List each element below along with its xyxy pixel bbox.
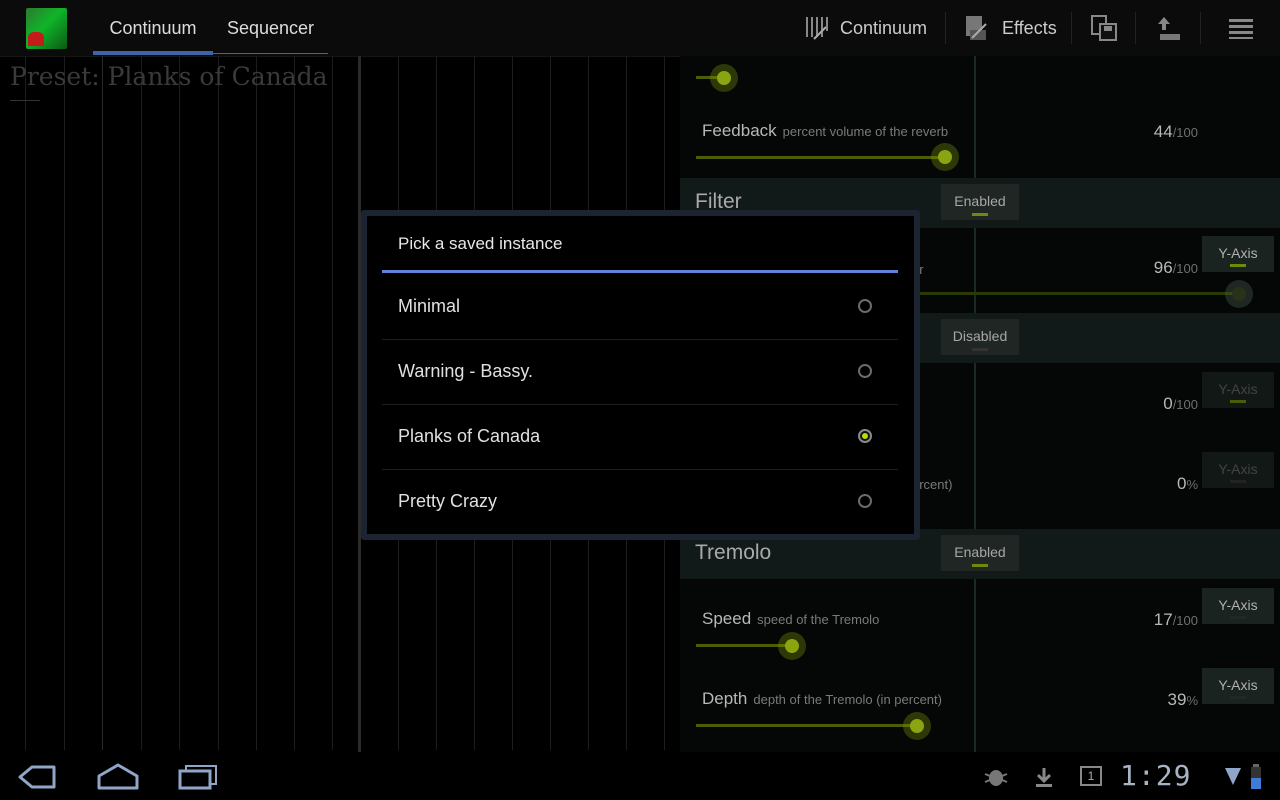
toggle-indicator — [972, 564, 988, 567]
calendar-icon: 1 — [1080, 766, 1102, 786]
effects-icon — [966, 16, 987, 40]
recent-apps-icon[interactable] — [178, 764, 218, 790]
preset-underline — [10, 100, 40, 101]
app-icon[interactable] — [26, 8, 67, 49]
tremolo-title: Tremolo — [695, 541, 772, 564]
depth-desc: depth of the Tremolo (in percent) — [753, 692, 942, 707]
speed-value: 17/100 — [1153, 610, 1198, 629]
key-line — [179, 56, 180, 750]
speed-yaxis-toggle[interactable]: Y-Axis — [1202, 588, 1274, 624]
feedback-desc: percent volume of the reverb — [782, 124, 949, 139]
radio-button[interactable] — [858, 494, 872, 508]
dialog-title: Pick a saved instance — [398, 234, 563, 253]
depth-yaxis-toggle[interactable]: Y-Axis — [1202, 668, 1274, 704]
home-icon[interactable] — [96, 762, 140, 790]
depth-slider-knob[interactable] — [909, 719, 924, 733]
filter-param-value: 96/100 — [1153, 258, 1198, 277]
toggle-indicator — [1230, 616, 1246, 619]
save-preset-button[interactable] — [1090, 0, 1130, 56]
toggle-indicator — [1230, 264, 1246, 267]
section2-yaxis-toggle-1[interactable]: Y-Axis — [1202, 372, 1274, 408]
option-label: Pretty Crazy — [398, 491, 498, 511]
separator — [945, 12, 946, 44]
depth-slider-track[interactable] — [696, 724, 917, 727]
upload-preset-icon — [1158, 17, 1180, 40]
toggle-indicator — [1230, 400, 1246, 403]
tab-underline — [93, 53, 328, 54]
option-label: Minimal — [398, 296, 461, 316]
radio-button[interactable] — [858, 364, 872, 378]
option-pretty-crazy[interactable]: Pretty Crazy — [382, 470, 898, 534]
filter-yaxis-toggle[interactable]: Y-Axis — [1202, 236, 1274, 272]
tremolo-toggle[interactable]: Enabled — [941, 535, 1019, 571]
menu-icon — [1229, 19, 1253, 39]
preset-title: Preset: Planks of Canada — [10, 62, 328, 91]
depth-value: 39% — [1167, 690, 1198, 709]
reverb-slider-knob[interactable] — [717, 71, 731, 85]
depth-label: Depth depth of the Tremolo (in percent) — [702, 689, 942, 708]
speed-slider-track[interactable] — [696, 644, 793, 647]
toggle-indicator — [1230, 480, 1246, 483]
feedback-slider-knob[interactable] — [938, 150, 953, 164]
dialog-title-divider — [382, 270, 898, 273]
option-minimal[interactable]: Minimal — [382, 275, 898, 340]
key-line — [256, 56, 257, 750]
tab-continuum[interactable]: Continuum — [93, 0, 213, 55]
wifi-icon — [1225, 768, 1241, 785]
section2-param2-value: 0% — [1176, 474, 1198, 493]
option-label: Planks of Canada — [398, 426, 541, 446]
separator — [1135, 12, 1136, 44]
feedback-label: Feedback percent volume of the reverb — [702, 121, 949, 140]
effects-button-label: Effects — [1002, 17, 1057, 38]
separator — [1200, 12, 1201, 44]
key-line — [102, 56, 103, 750]
section2-param1-value: 0/100 — [1163, 394, 1198, 413]
keyboard-icon — [806, 17, 828, 40]
debug-icon — [984, 770, 1008, 786]
battery-icon — [1251, 764, 1261, 789]
key-line — [218, 56, 219, 750]
key-line — [25, 56, 26, 750]
back-icon[interactable] — [16, 764, 58, 790]
overflow-menu-button[interactable] — [1228, 0, 1266, 56]
action-bar: Continuum Sequencer Continuum Effects — [0, 0, 1280, 57]
section2-toggle[interactable]: Disabled — [941, 319, 1019, 355]
system-bar: 1 1:29 — [0, 752, 1280, 800]
section2-yaxis-toggle-2[interactable]: Y-Axis — [1202, 452, 1274, 488]
feedback-slider-track[interactable] — [696, 156, 946, 159]
feedback-value: 44/100 — [1153, 122, 1198, 141]
download-icon — [1036, 768, 1052, 787]
option-warning-bassy[interactable]: Warning - Bassy. — [382, 340, 898, 405]
tab-sequencer[interactable]: Sequencer — [213, 0, 328, 53]
radio-button-selected[interactable] — [858, 429, 872, 443]
key-line — [294, 56, 295, 750]
key-line — [64, 56, 65, 750]
radio-button[interactable] — [858, 299, 872, 313]
toggle-indicator — [1230, 696, 1246, 699]
continuum-button-label: Continuum — [840, 17, 928, 38]
continuum-button[interactable]: Continuum — [804, 0, 927, 56]
key-line — [141, 56, 142, 750]
filter-toggle[interactable]: Enabled — [941, 184, 1019, 220]
effects-button[interactable]: Effects — [964, 0, 1057, 56]
panel-center-line — [974, 56, 976, 752]
upload-preset-button[interactable] — [1154, 0, 1194, 56]
key-line — [332, 56, 333, 750]
pick-instance-dialog: Pick a saved instance Minimal Warning - … — [367, 216, 914, 534]
separator — [1071, 12, 1072, 44]
clock: 1:29 — [1120, 759, 1192, 792]
option-label: Warning - Bassy. — [398, 361, 534, 381]
toggle-indicator — [972, 348, 988, 351]
option-planks-of-canada[interactable]: Planks of Canada — [382, 405, 898, 470]
speed-desc: speed of the Tremolo — [757, 612, 880, 627]
save-preset-icon — [1091, 15, 1117, 41]
speed-label: Speed speed of the Tremolo — [702, 609, 880, 628]
toggle-indicator — [972, 213, 988, 216]
